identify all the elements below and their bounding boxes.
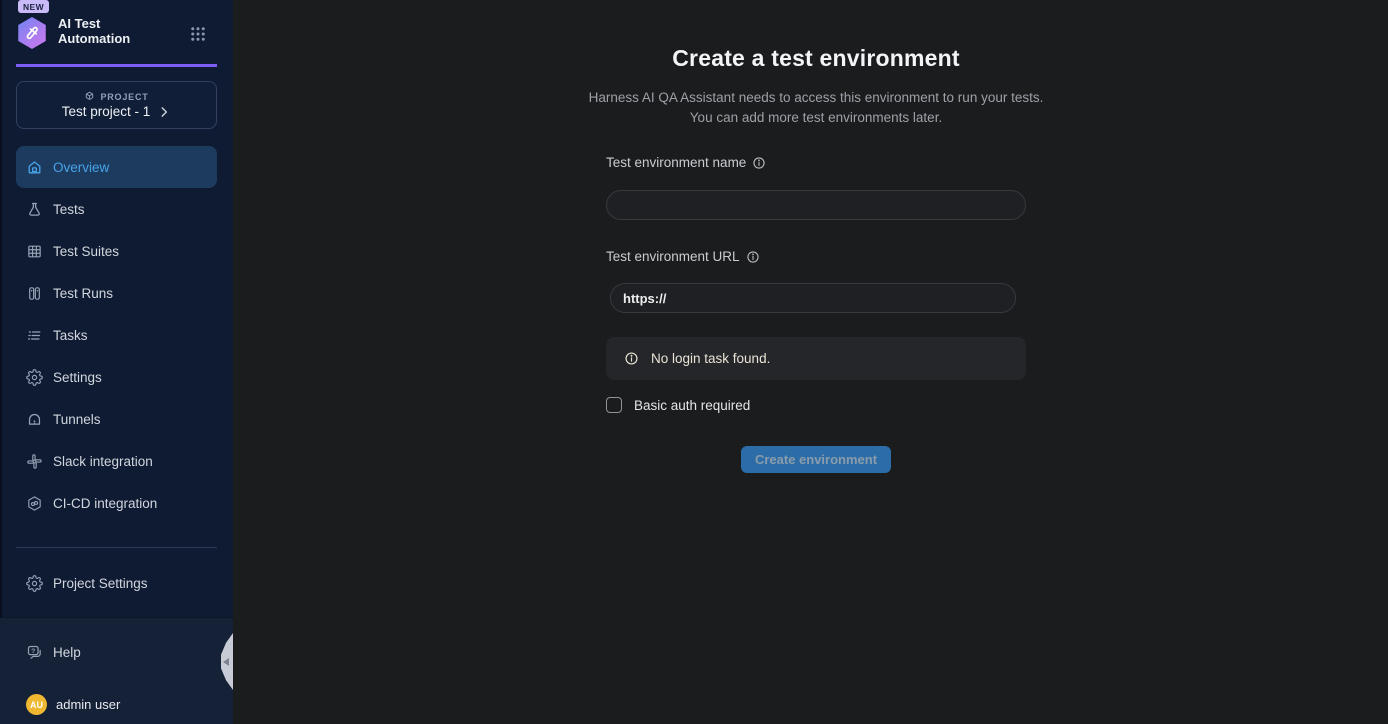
app-title: AI Test Automation bbox=[58, 16, 144, 46]
url-field-label: Test environment URL bbox=[606, 249, 740, 264]
create-environment-button[interactable]: Create environment bbox=[741, 446, 891, 473]
cicd-link-icon bbox=[26, 495, 43, 512]
home-icon bbox=[26, 159, 43, 176]
nav-label: Slack integration bbox=[53, 454, 153, 469]
chevron-right-icon bbox=[157, 105, 171, 119]
nav-label: Tests bbox=[53, 202, 85, 217]
main-content: Create a test environment Harness AI QA … bbox=[233, 0, 1388, 724]
tunnel-icon bbox=[26, 411, 43, 428]
basic-auth-label: Basic auth required bbox=[634, 398, 750, 413]
nav-label: Tunnels bbox=[53, 412, 101, 427]
nav-label: Project Settings bbox=[53, 576, 148, 591]
help-chat-icon: ? bbox=[26, 644, 43, 661]
environment-name-input[interactable] bbox=[606, 190, 1026, 220]
columns-icon bbox=[26, 285, 43, 302]
sidebar-divider bbox=[16, 547, 217, 548]
sidebar: NEW AI Test Automation PROJECT bbox=[0, 0, 233, 724]
info-icon[interactable] bbox=[752, 156, 766, 170]
sidebar-item-tunnels[interactable]: Tunnels bbox=[16, 398, 217, 440]
project-label: PROJECT bbox=[100, 92, 148, 102]
notice-text: No login task found. bbox=[651, 351, 770, 366]
info-icon bbox=[624, 351, 639, 366]
gear-icon bbox=[26, 369, 43, 386]
environment-url-input[interactable] bbox=[610, 283, 1016, 313]
collapse-arrow-icon bbox=[223, 658, 229, 666]
sidebar-item-cicd-integration[interactable]: CI-CD integration bbox=[16, 482, 217, 524]
cube-icon bbox=[84, 91, 95, 102]
app-launcher-icon[interactable] bbox=[189, 25, 207, 43]
info-icon[interactable] bbox=[746, 250, 760, 264]
app-logo-icon bbox=[16, 17, 48, 49]
project-name: Test project - 1 bbox=[62, 104, 151, 119]
accent-divider bbox=[16, 64, 217, 67]
page-title: Create a test environment bbox=[606, 45, 1026, 72]
svg-text:?: ? bbox=[31, 647, 35, 654]
sidebar-item-test-runs[interactable]: Test Runs bbox=[16, 272, 217, 314]
avatar: AU bbox=[26, 694, 47, 715]
help-label: Help bbox=[53, 645, 81, 660]
sidebar-item-overview[interactable]: Overview bbox=[16, 146, 217, 188]
nav-label: Overview bbox=[53, 160, 109, 175]
basic-auth-checkbox-row[interactable]: Basic auth required bbox=[606, 397, 750, 413]
login-task-notice: No login task found. bbox=[606, 337, 1026, 380]
slack-icon bbox=[26, 453, 43, 470]
sidebar-item-slack-integration[interactable]: Slack integration bbox=[16, 440, 217, 482]
name-field-label-row: Test environment name bbox=[606, 155, 766, 170]
sidebar-item-tasks[interactable]: Tasks bbox=[16, 314, 217, 356]
nav-label: Settings bbox=[53, 370, 102, 385]
help-button[interactable]: ? Help bbox=[16, 631, 217, 673]
page-subtitle: Harness AI QA Assistant needs to access … bbox=[581, 88, 1051, 128]
user-menu[interactable]: AU admin user bbox=[26, 694, 120, 715]
sidebar-item-project-settings[interactable]: Project Settings bbox=[16, 562, 217, 604]
flask-icon bbox=[26, 201, 43, 218]
sidebar-item-settings[interactable]: Settings bbox=[16, 356, 217, 398]
user-name: admin user bbox=[56, 697, 120, 712]
list-icon bbox=[26, 327, 43, 344]
sidebar-nav: Overview Tests Test Suites bbox=[0, 146, 233, 524]
sidebar-item-tests[interactable]: Tests bbox=[16, 188, 217, 230]
url-field-label-row: Test environment URL bbox=[606, 249, 760, 264]
new-badge: NEW bbox=[18, 0, 49, 13]
nav-label: Tasks bbox=[53, 328, 88, 343]
nav-label: Test Suites bbox=[53, 244, 119, 259]
sidebar-footer: ? Help AU admin user bbox=[0, 617, 233, 724]
basic-auth-checkbox[interactable] bbox=[606, 397, 622, 413]
sidebar-item-test-suites[interactable]: Test Suites bbox=[16, 230, 217, 272]
nav-label: CI-CD integration bbox=[53, 496, 157, 511]
nav-label: Test Runs bbox=[53, 286, 113, 301]
table-grid-icon bbox=[26, 243, 43, 260]
project-selector[interactable]: PROJECT Test project - 1 bbox=[16, 81, 217, 129]
name-field-label: Test environment name bbox=[606, 155, 746, 170]
gear-icon bbox=[26, 575, 43, 592]
